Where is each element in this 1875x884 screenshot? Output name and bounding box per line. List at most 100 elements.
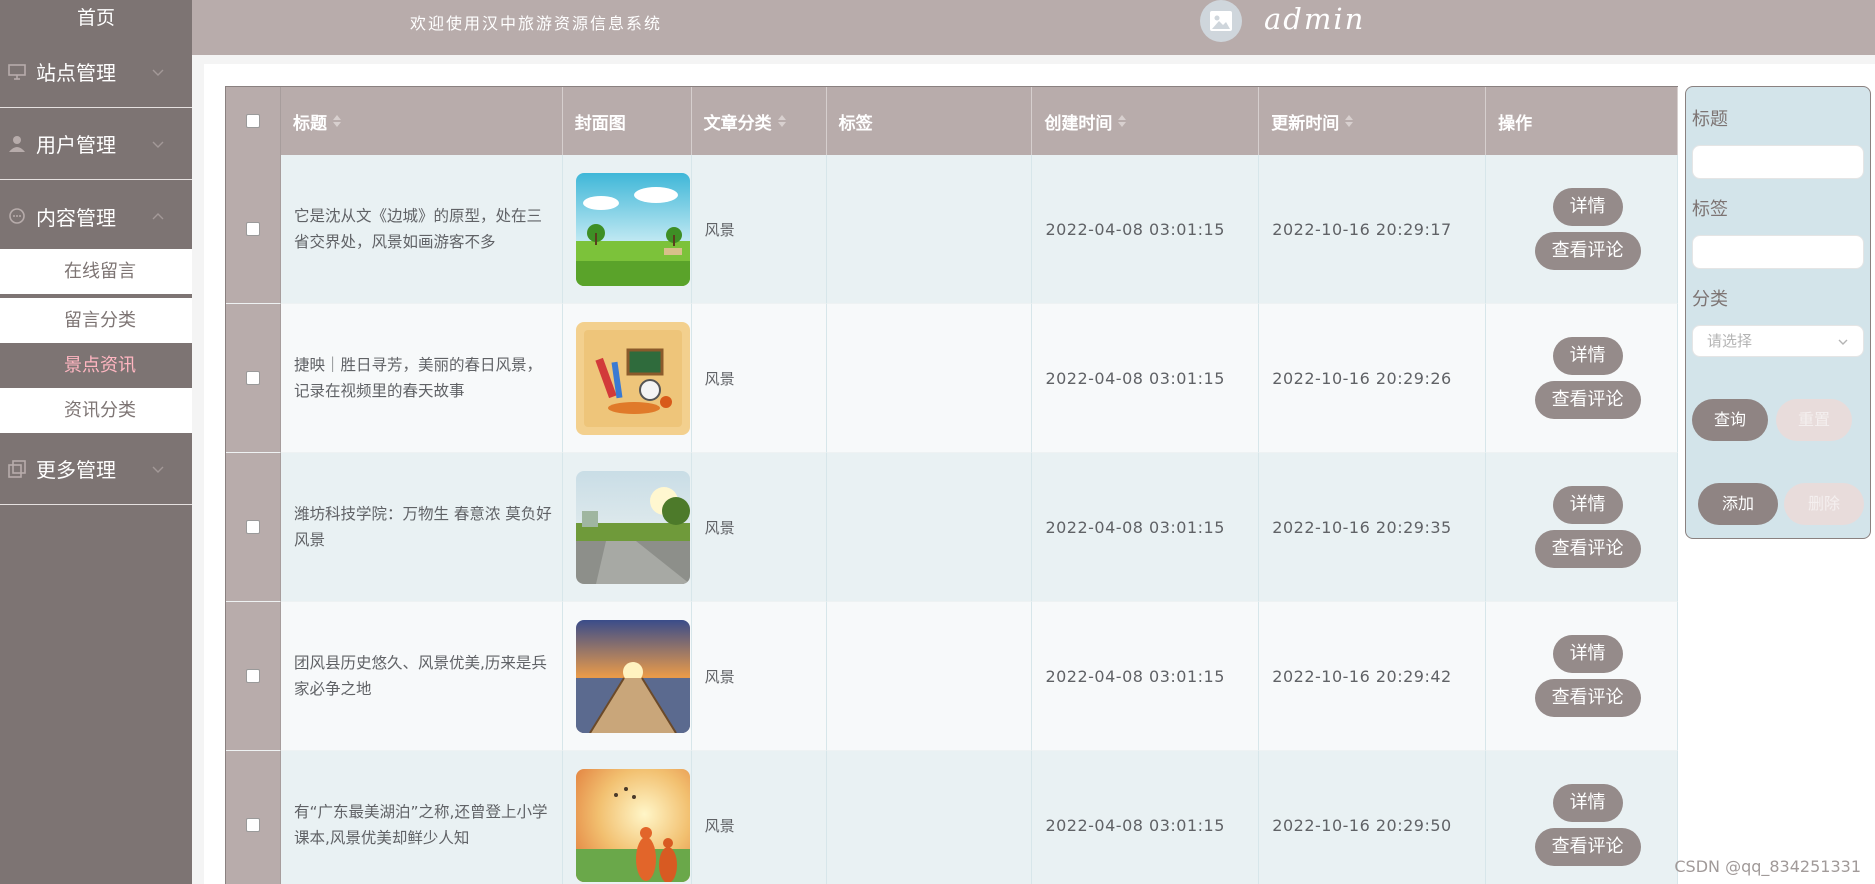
table-row: 它是沈从文《边城》的原型，处在三省交界处，风景如画游客不多 风景 2022-04…	[226, 155, 1678, 304]
detail-button[interactable]: 详情	[1552, 635, 1623, 673]
created-cell: 2022-04-08 03:01:15	[1032, 602, 1260, 751]
row-select-cell	[226, 602, 281, 751]
detail-button[interactable]: 详情	[1552, 337, 1623, 375]
row-category: 风景	[704, 667, 735, 686]
row-checkbox[interactable]	[245, 371, 260, 385]
col-updated[interactable]: 更新时间	[1259, 87, 1487, 155]
menu-content-management[interactable]: 内容管理	[0, 180, 192, 252]
actions-cell: 详情 查看评论	[1486, 751, 1678, 884]
category-cell: 风景	[691, 155, 827, 304]
row-checkbox[interactable]	[245, 520, 260, 534]
tag-filter-input[interactable]	[1692, 235, 1864, 269]
col-title-label: 标题	[292, 113, 327, 134]
updated-cell: 2022-10-16 20:29:35	[1259, 453, 1487, 602]
menu-label: 站点管理	[36, 61, 116, 85]
submenu-online-message[interactable]: 在线留言	[0, 249, 192, 294]
col-created[interactable]: 创建时间	[1032, 87, 1260, 155]
row-title: 捷映｜胜日寻芳，美丽的春日风景，记录在视频里的春天故事	[293, 356, 542, 400]
col-tag-label: 标签	[838, 113, 873, 134]
sort-icon[interactable]	[1345, 115, 1354, 127]
sort-icon[interactable]	[1118, 115, 1127, 127]
row-checkbox[interactable]	[245, 818, 260, 832]
created-cell: 2022-04-08 03:01:15	[1032, 453, 1260, 602]
title-cell: 它是沈从文《边城》的原型，处在三省交界处，风景如画游客不多	[280, 155, 563, 304]
cover-image	[575, 768, 690, 882]
menu-label: 内容管理	[36, 205, 116, 230]
updated-cell: 2022-10-16 20:29:50	[1259, 751, 1487, 884]
select-all-cell	[226, 87, 281, 155]
detail-button[interactable]: 详情	[1552, 486, 1623, 524]
submenu-list: 在线留言 留言分类 景点资讯 资讯分类	[0, 249, 192, 433]
col-category[interactable]: 文章分类	[692, 87, 827, 155]
table-header: 标题 封面图 文章分类 标签 创建时间 更新时间 操作	[226, 86, 1678, 155]
col-created-label: 创建时间	[1044, 113, 1113, 134]
view-comments-button[interactable]: 查看评论	[1534, 381, 1641, 419]
submenu-news-category[interactable]: 资讯分类	[0, 388, 192, 433]
row-category: 风景	[704, 518, 735, 537]
row-select-cell	[226, 751, 281, 884]
watermark: CSDN @qq_834251331	[1674, 857, 1861, 876]
add-button[interactable]: 添加	[1698, 483, 1778, 525]
reset-button[interactable]: 重置	[1776, 399, 1852, 441]
username[interactable]: admin	[1264, 2, 1365, 36]
chevron-down-icon	[152, 466, 164, 473]
title-cell: 有“广东最美湖泊”之称,还曾登上小学课本,风景优美却鲜少人知	[281, 751, 563, 884]
col-actions-label: 操作	[1498, 113, 1533, 134]
submenu-message-category[interactable]: 留言分类	[0, 298, 192, 343]
query-button[interactable]: 查询	[1692, 399, 1768, 441]
title-cell: 潍坊科技学院：万物生 春意浓 莫负好风景	[280, 453, 563, 602]
row-created: 2022-04-08 03:01:15	[1045, 368, 1225, 388]
sort-icon[interactable]	[777, 115, 786, 127]
col-title[interactable]: 标题	[281, 87, 563, 155]
table-body: 它是沈从文《边城》的原型，处在三省交界处，风景如画游客不多 风景 2022-04…	[226, 155, 1678, 884]
menu-more-management[interactable]: 更多管理	[0, 433, 192, 505]
category-select-placeholder: 请选择	[1707, 332, 1753, 350]
detail-button[interactable]: 详情	[1552, 188, 1623, 226]
table-row: 潍坊科技学院：万物生 春意浓 莫负好风景 风景 2022-04-08 03:01…	[226, 453, 1678, 602]
view-comments-button[interactable]: 查看评论	[1534, 828, 1641, 866]
updated-cell: 2022-10-16 20:29:17	[1259, 155, 1487, 304]
copy-icon	[8, 459, 26, 478]
row-title: 潍坊科技学院：万物生 春意浓 莫负好风景	[293, 505, 552, 549]
title-filter-input[interactable]	[1692, 145, 1864, 179]
menu-site-management[interactable]: 站点管理	[0, 36, 192, 108]
title-filter-label: 标题	[1692, 109, 1728, 130]
col-actions: 操作	[1486, 87, 1678, 155]
cover-cell	[562, 155, 692, 304]
avatar[interactable]	[1200, 0, 1242, 42]
category-cell: 风景	[691, 453, 827, 602]
category-filter-label: 分类	[1692, 289, 1728, 310]
home-link[interactable]: 首页	[0, 0, 192, 36]
menu-user-management[interactable]: 用户管理	[0, 108, 192, 180]
image-icon	[1210, 11, 1232, 31]
sort-icon[interactable]	[332, 115, 341, 127]
chevron-down-icon	[152, 69, 164, 76]
category-cell: 风景	[692, 751, 827, 884]
cover-cell	[562, 453, 692, 602]
row-updated: 2022-10-16 20:29:26	[1272, 368, 1452, 388]
col-cover-label: 封面图	[574, 113, 626, 134]
cover-cell	[562, 602, 692, 751]
row-checkbox[interactable]	[245, 222, 260, 236]
category-cell: 风景	[691, 602, 827, 751]
row-category: 风景	[704, 220, 735, 239]
row-checkbox[interactable]	[245, 669, 260, 683]
row-updated: 2022-10-16 20:29:42	[1272, 666, 1452, 686]
view-comments-button[interactable]: 查看评论	[1534, 530, 1641, 568]
view-comments-button[interactable]: 查看评论	[1534, 232, 1641, 270]
delete-button[interactable]: 删除	[1784, 483, 1864, 525]
monitor-icon	[8, 63, 26, 81]
category-filter-select[interactable]: 请选择	[1692, 325, 1864, 357]
submenu-scenic-news[interactable]: 景点资讯	[0, 343, 192, 388]
view-comments-button[interactable]: 查看评论	[1534, 679, 1641, 717]
row-created: 2022-04-08 03:01:15	[1045, 219, 1225, 239]
tag-cell	[826, 155, 1033, 304]
updated-cell: 2022-10-16 20:29:42	[1259, 602, 1487, 751]
select-all-checkbox[interactable]	[245, 114, 260, 128]
tag-cell	[826, 304, 1033, 453]
row-created: 2022-04-08 03:01:15	[1045, 666, 1225, 686]
detail-button[interactable]: 详情	[1552, 784, 1623, 822]
row-updated: 2022-10-16 20:29:35	[1272, 517, 1452, 537]
chat-icon	[8, 207, 26, 225]
row-category: 风景	[704, 816, 735, 835]
